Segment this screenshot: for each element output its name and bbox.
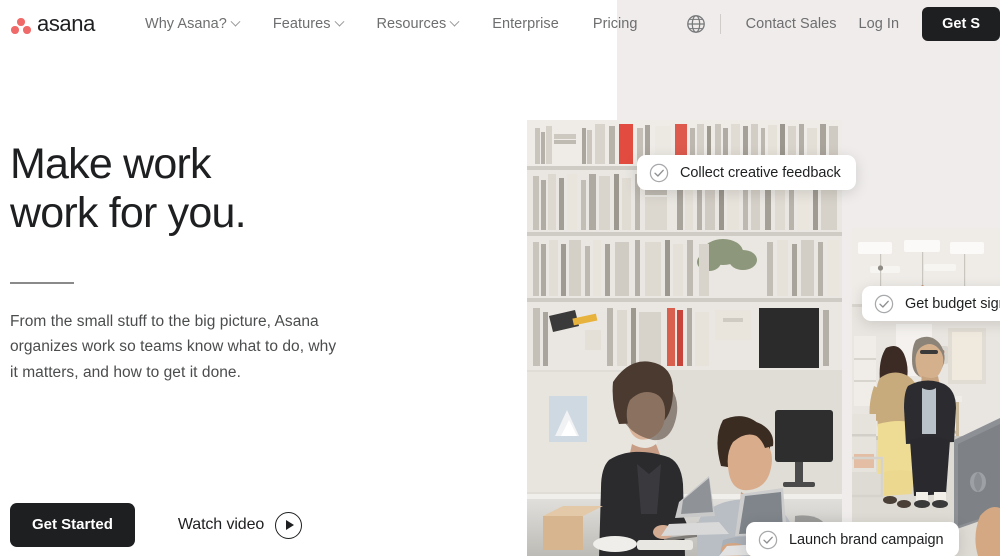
hero-page: asana Why Asana? Features Resources Ente… [0,0,1000,556]
check-circle-icon [649,163,669,183]
watch-video-button[interactable]: Watch video [177,511,303,539]
get-started-button[interactable]: Get Started [10,503,135,547]
check-circle-icon [874,294,894,314]
asana-dots-logo-icon [10,14,32,34]
task-card-collect-creative-feedback[interactable]: Collect creative feedback [637,155,856,190]
task-card-label: Collect creative feedback [680,164,841,181]
task-card-get-budget-sign[interactable]: Get budget sign [862,286,1000,321]
headline-line-2: work for you. [10,189,247,237]
nav-divider [719,14,721,34]
get-started-nav-button[interactable]: Get S [922,7,1000,41]
task-card-label: Launch brand campaign [789,531,944,548]
chevron-down-icon [449,16,460,27]
chevron-down-icon [334,16,344,27]
top-navigation: asana Why Asana? Features Resources Ente… [0,0,1000,48]
hero-divider [10,282,74,284]
nav-links: Why Asana? Features Resources Enterprise… [128,16,655,32]
task-card-launch-brand-campaign[interactable]: Launch brand campaign [746,522,959,556]
hero-copy: Make work work for you. From the small s… [10,140,410,385]
nav-item-resources[interactable]: Resources [360,16,476,32]
chevron-down-icon [230,16,241,27]
nav-item-label: Features [272,16,331,32]
headline-line-1: Make work [10,140,211,188]
contact-sales-link[interactable]: Contact Sales [735,16,848,32]
hero-cta-row: Get Started Watch video [10,503,303,547]
globe-icon[interactable] [686,14,706,34]
play-circle-icon [275,511,303,539]
side-hero-photo [852,228,1000,556]
log-in-link[interactable]: Log In [848,16,911,32]
nav-item-pricing[interactable]: Pricing [576,16,655,32]
task-card-label: Get budget sign [905,295,1000,312]
watch-video-label: Watch video [177,516,265,533]
nav-item-enterprise[interactable]: Enterprise [475,16,576,32]
check-circle-icon [758,530,778,550]
logo-wordmark: asana [37,11,95,36]
nav-item-features[interactable]: Features [256,16,360,32]
page-title: Make work work for you. [10,140,410,238]
nav-item-label: Resources [376,16,447,32]
nav-item-why-asana[interactable]: Why Asana? [128,16,256,32]
hero-subcopy: From the small stuff to the big picture,… [10,312,337,381]
nav-item-label: Pricing [592,16,638,32]
nav-right-actions: Contact Sales Log In Get S [686,0,1000,48]
nav-item-label: Enterprise [492,16,559,32]
nav-item-label: Why Asana? [144,16,227,32]
asana-logo[interactable]: asana [10,13,95,35]
